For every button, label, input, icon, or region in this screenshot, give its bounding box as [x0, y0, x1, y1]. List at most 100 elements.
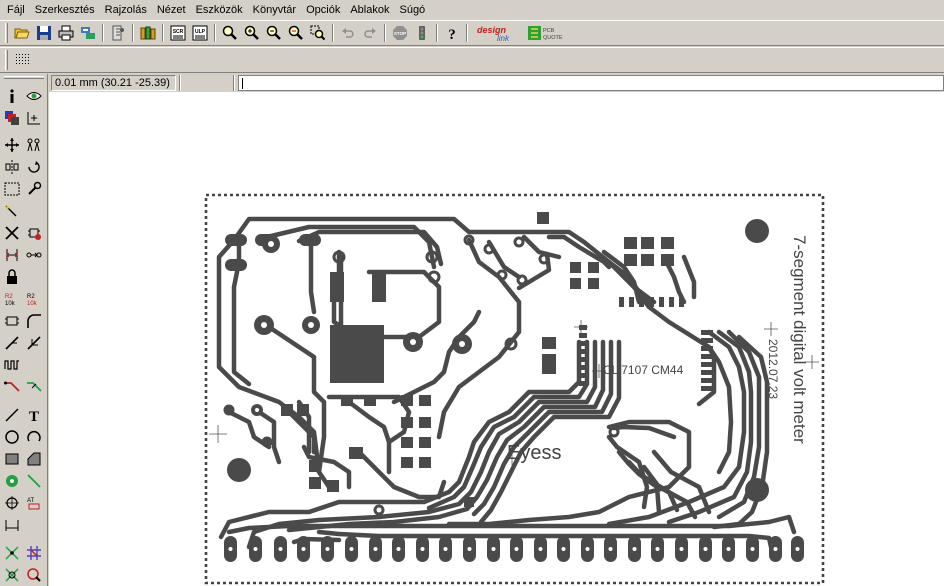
lock-icon[interactable]	[2, 267, 22, 287]
wire-icon[interactable]	[2, 405, 22, 425]
add-icon[interactable]	[24, 223, 44, 243]
zoom-in-icon[interactable]	[241, 22, 263, 44]
rotate-icon[interactable]	[24, 157, 44, 177]
menu-bar: Fájl Szerkesztés Rajzolás Nézet Eszközök…	[0, 0, 944, 20]
board-title-text: 7-segment digital volt meter	[790, 235, 809, 444]
pinswap-icon[interactable]	[2, 245, 22, 265]
svg-text:link: link	[497, 34, 510, 43]
copy-icon[interactable]	[24, 135, 44, 155]
board-canvas[interactable]: 7-segment digital volt meter 2012.07.23 …	[49, 92, 944, 586]
miter-icon[interactable]	[24, 311, 44, 331]
ulp-label: ULP	[195, 29, 206, 35]
menu-file[interactable]: Fájl	[2, 1, 30, 19]
toolbar-separator	[214, 24, 216, 42]
designlink-logo[interactable]: design link	[471, 22, 523, 44]
pcb-board-drawing[interactable]: 7-segment digital volt meter 2012.07.23 …	[49, 92, 944, 586]
author-text: Eyess	[507, 442, 561, 464]
polygon-icon[interactable]	[24, 449, 44, 469]
delete-icon[interactable]	[2, 223, 22, 243]
autorouter-icon[interactable]	[24, 543, 44, 563]
toolbar-separator	[436, 24, 438, 42]
zoom-fit-icon[interactable]	[219, 22, 241, 44]
menu-view[interactable]: Nézet	[152, 1, 191, 19]
show-eye-icon[interactable]	[24, 86, 44, 106]
group-icon[interactable]	[2, 179, 22, 199]
route-icon[interactable]	[2, 377, 22, 397]
scr-icon[interactable]: SCR	[167, 22, 189, 44]
status-separator	[233, 75, 235, 91]
svg-text:10k: 10k	[5, 301, 16, 307]
open-icon[interactable]	[11, 22, 33, 44]
arc-icon[interactable]	[24, 427, 44, 447]
smash-icon[interactable]	[2, 311, 22, 331]
optimize-icon[interactable]	[24, 333, 44, 353]
paste-icon[interactable]	[2, 201, 22, 221]
change-icon[interactable]	[24, 179, 44, 199]
command-line-input[interactable]	[238, 75, 944, 91]
grid-icon[interactable]	[11, 49, 33, 71]
mirror-icon[interactable]	[2, 157, 22, 177]
zoom-redraw-icon[interactable]	[285, 22, 307, 44]
main-toolbar: SCR ULP STOP ? design link PCB QUOTE	[0, 20, 944, 46]
toolbar-separator	[384, 24, 386, 42]
save-icon[interactable]	[33, 22, 55, 44]
scr-label: SCR	[173, 29, 184, 35]
print-icon[interactable]	[55, 22, 77, 44]
menu-options[interactable]: Opciók	[301, 1, 345, 19]
coordinate-bar: 0.01 mm (30.21 -25.39)	[48, 74, 944, 92]
library-icon[interactable]	[137, 22, 159, 44]
export-icon[interactable]	[77, 22, 99, 44]
move-icon[interactable]	[2, 135, 22, 155]
svg-text:T: T	[29, 409, 39, 423]
palette-grip[interactable]	[4, 76, 44, 79]
ratsnest-icon[interactable]	[2, 543, 22, 563]
mark-icon[interactable]	[24, 108, 44, 128]
attribute-icon[interactable]: AT	[24, 493, 44, 513]
svg-text:R2: R2	[27, 294, 35, 300]
menu-help[interactable]: Súgó	[394, 1, 430, 19]
signal-icon[interactable]	[24, 471, 44, 491]
toolbar-grip[interactable]	[5, 50, 8, 70]
drc-icon[interactable]	[2, 565, 22, 585]
display-layers-icon[interactable]	[2, 108, 22, 128]
toolbar-separator	[332, 24, 334, 42]
text-icon[interactable]: T	[24, 405, 44, 425]
zoom-out-icon[interactable]	[263, 22, 285, 44]
menu-library[interactable]: Könyvtár	[248, 1, 301, 19]
info-icon[interactable]	[2, 86, 22, 106]
errors-icon[interactable]	[24, 565, 44, 585]
menu-draw[interactable]: Rajzolás	[100, 1, 152, 19]
rect-icon[interactable]	[2, 449, 22, 469]
svg-text:10k: 10k	[27, 301, 38, 307]
help-icon[interactable]: ?	[441, 22, 463, 44]
undo-icon[interactable]	[337, 22, 359, 44]
pcbquote-logo[interactable]: PCB QUOTE	[523, 22, 571, 44]
value-icon[interactable]: R2 10k	[24, 289, 44, 309]
stop-icon[interactable]: STOP	[389, 22, 411, 44]
menu-windows[interactable]: Ablakok	[345, 1, 394, 19]
name-icon[interactable]: R2 10k	[2, 289, 22, 309]
command-palette: R2 10k R2 10k T AT	[0, 74, 48, 586]
zoom-select-icon[interactable]	[307, 22, 329, 44]
eagle-board-editor-window: Fájl Szerkesztés Rajzolás Nézet Eszközök…	[0, 0, 944, 586]
hole-icon[interactable]	[2, 493, 22, 513]
toolbar-grip[interactable]	[5, 23, 8, 43]
menu-edit[interactable]: Szerkesztés	[30, 1, 100, 19]
circle-icon[interactable]	[2, 427, 22, 447]
svg-text:STOP: STOP	[394, 31, 406, 36]
via-icon[interactable]	[2, 471, 22, 491]
menu-tools[interactable]: Eszközök	[191, 1, 248, 19]
svg-text:?: ?	[448, 27, 456, 41]
chip-label-text: CL 7107 CM44	[603, 363, 684, 377]
redo-icon[interactable]	[359, 22, 381, 44]
board-date-text: 2012.07.23	[766, 339, 780, 399]
ulp-icon[interactable]: ULP	[189, 22, 211, 44]
ripup-icon[interactable]	[24, 377, 44, 397]
go-icon[interactable]	[411, 22, 433, 44]
run-icon[interactable]	[107, 22, 129, 44]
toolbar-separator	[466, 24, 468, 42]
replace-icon[interactable]	[24, 245, 44, 265]
split-icon[interactable]	[2, 333, 22, 353]
dimension-icon[interactable]	[2, 515, 22, 535]
meander-icon[interactable]	[2, 355, 22, 375]
